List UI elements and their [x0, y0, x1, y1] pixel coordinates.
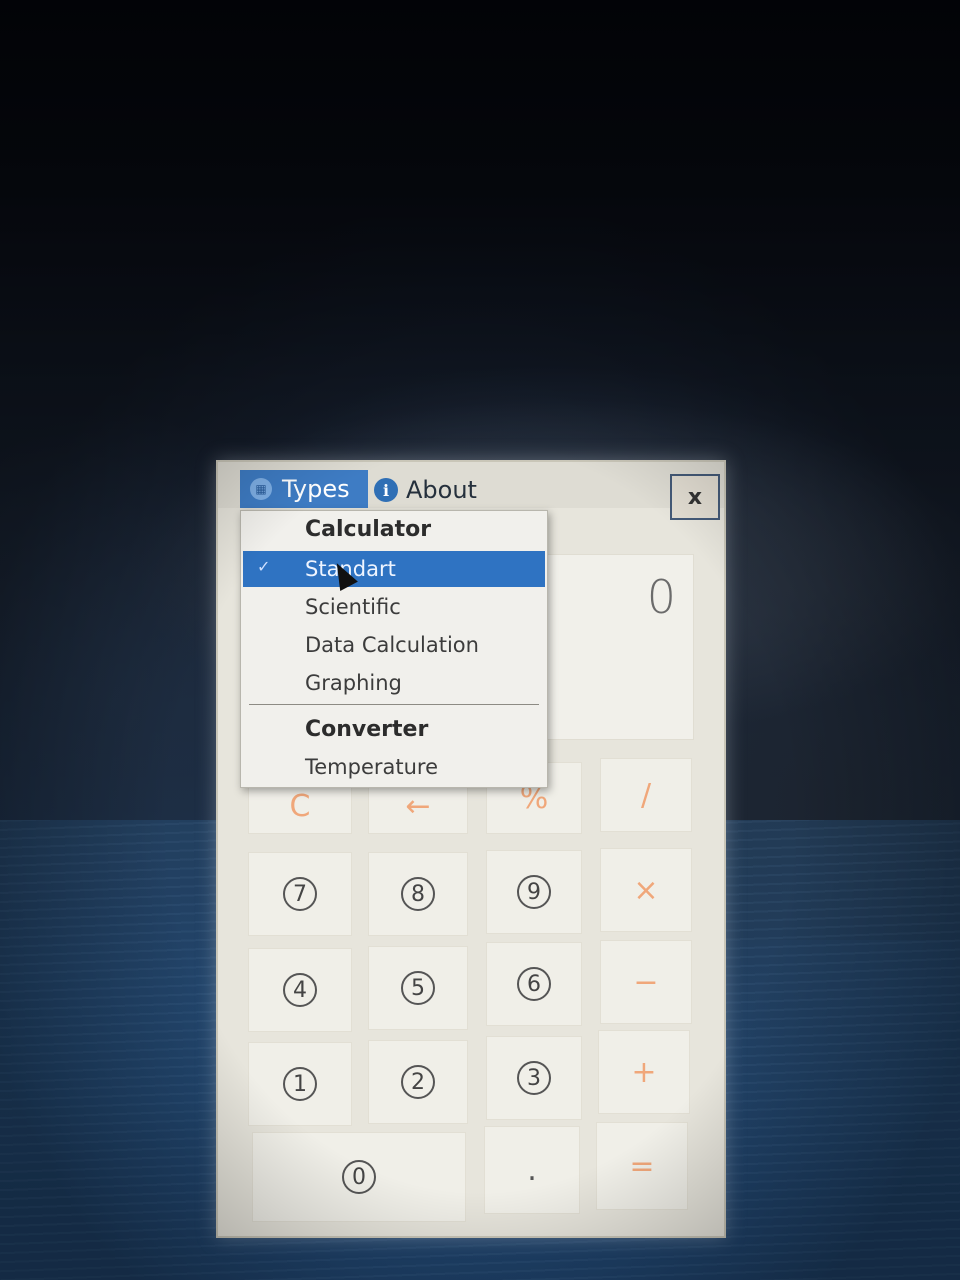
- key-6-label: 6: [517, 967, 551, 1001]
- menu-types[interactable]: ▦ Types: [240, 470, 368, 508]
- multiply-label: ×: [633, 872, 659, 908]
- divide-label: /: [640, 777, 652, 813]
- key-8[interactable]: 8: [368, 852, 468, 936]
- key-0-label: 0: [342, 1160, 376, 1194]
- key-5-label: 5: [401, 971, 435, 1005]
- menu-item-label: Scientific: [305, 595, 401, 619]
- key-2-label: 2: [401, 1065, 435, 1099]
- subtract-button[interactable]: −: [600, 940, 692, 1024]
- menu-item-label: Temperature: [305, 755, 439, 779]
- menu-item-graphing[interactable]: Graphing: [243, 665, 545, 701]
- key-7-label: 7: [283, 877, 317, 911]
- menu-about[interactable]: i About: [374, 472, 477, 508]
- dropdown-header-calculator: Calculator: [305, 517, 432, 542]
- key-3-label: 3: [517, 1061, 551, 1095]
- clear-label: C: [289, 788, 311, 824]
- key-8-label: 8: [401, 877, 435, 911]
- key-6[interactable]: 6: [486, 942, 582, 1026]
- key-9[interactable]: 9: [486, 850, 582, 934]
- close-button[interactable]: x: [670, 474, 720, 520]
- key-9-label: 9: [517, 875, 551, 909]
- key-2[interactable]: 2: [368, 1040, 468, 1124]
- menu-item-temperature[interactable]: Temperature: [243, 749, 545, 785]
- menubar: ▦ Types i About x: [218, 462, 724, 520]
- key-7[interactable]: 7: [248, 852, 352, 936]
- key-4[interactable]: 4: [248, 948, 352, 1032]
- menu-item-label: Graphing: [305, 671, 402, 695]
- key-1-label: 1: [283, 1067, 317, 1101]
- display-value: 0: [646, 570, 676, 624]
- menu-item-scientific[interactable]: Scientific: [243, 589, 545, 625]
- equals-button[interactable]: =: [596, 1122, 688, 1210]
- types-dropdown-menu: Calculator ✓ Standart Scientific Data Ca…: [240, 510, 548, 788]
- key-4-label: 4: [283, 973, 317, 1007]
- menu-separator: [249, 704, 539, 705]
- grid-icon: ▦: [250, 478, 272, 500]
- info-icon: i: [374, 478, 398, 502]
- menu-item-label: Data Calculation: [305, 633, 479, 657]
- add-label: +: [631, 1054, 657, 1090]
- subtract-label: −: [633, 964, 659, 1000]
- menu-item-standart[interactable]: ✓ Standart: [243, 551, 545, 587]
- check-icon: ✓: [257, 557, 271, 576]
- menu-about-label: About: [406, 476, 477, 504]
- menu-item-data-calculation[interactable]: Data Calculation: [243, 627, 545, 663]
- backspace-label: ←: [405, 788, 431, 824]
- divide-button[interactable]: /: [600, 758, 692, 832]
- decimal-button[interactable]: .: [484, 1126, 580, 1214]
- decimal-label: .: [527, 1152, 537, 1188]
- equals-label: =: [629, 1148, 655, 1184]
- multiply-button[interactable]: ×: [600, 848, 692, 932]
- key-0[interactable]: 0: [252, 1132, 466, 1222]
- close-icon: x: [687, 484, 703, 510]
- menu-types-label: Types: [282, 475, 350, 503]
- dropdown-header-converter: Converter: [305, 717, 429, 742]
- add-button[interactable]: +: [598, 1030, 690, 1114]
- key-1[interactable]: 1: [248, 1042, 352, 1126]
- key-3[interactable]: 3: [486, 1036, 582, 1120]
- key-5[interactable]: 5: [368, 946, 468, 1030]
